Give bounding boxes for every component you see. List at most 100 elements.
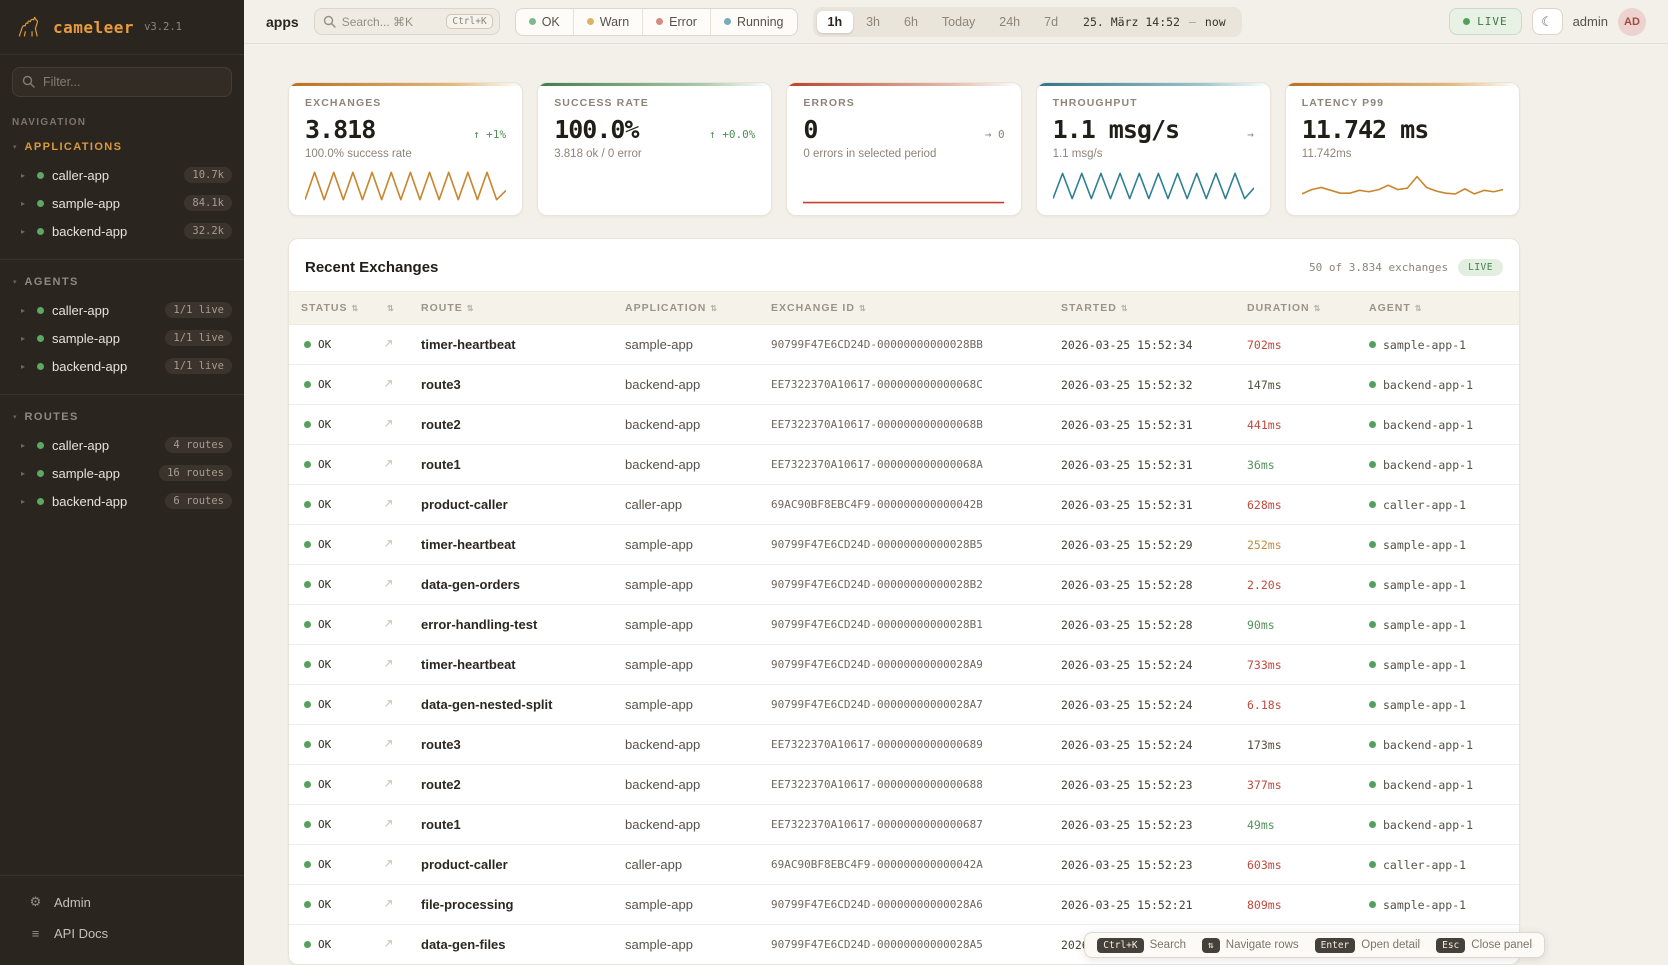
time-range-button[interactable]: 7d (1033, 11, 1069, 33)
sidebar-footer-item[interactable]: ≡ API Docs (0, 918, 244, 949)
table-row[interactable]: OK timer-heartbeat sample-app 90799F47E6… (289, 645, 1519, 685)
footer-item-label: Admin (54, 895, 91, 910)
status-filter[interactable]: Running (710, 9, 797, 35)
sidebar-item[interactable]: ▸ caller-app 10.7k (0, 161, 244, 189)
status-filter[interactable]: OK (516, 9, 573, 35)
open-cell[interactable] (371, 936, 409, 954)
status-filter[interactable]: Error (642, 9, 710, 35)
open-cell[interactable] (371, 856, 409, 874)
table-row[interactable]: OK route2 backend-app EE7322370A10617-00… (289, 765, 1519, 805)
table-row[interactable]: OK route2 backend-app EE7322370A10617-00… (289, 405, 1519, 445)
table-row[interactable]: OK product-caller caller-app 69AC90BF8EB… (289, 845, 1519, 885)
status-label: OK (318, 938, 331, 951)
table-row[interactable]: OK data-gen-nested-split sample-app 9079… (289, 685, 1519, 725)
open-cell[interactable] (371, 776, 409, 794)
open-cell[interactable] (371, 336, 409, 354)
sidebar-item[interactable]: ▸ backend-app 1/1 live (0, 352, 244, 380)
chevron-right-icon: ▸ (21, 362, 29, 371)
time-range-button[interactable]: 6h (893, 11, 929, 33)
table-row[interactable]: OK route1 backend-app EE7322370A10617-00… (289, 805, 1519, 845)
open-cell[interactable] (371, 696, 409, 714)
sidebar-footer-items: ⚙ Admin ≡ API Docs (0, 886, 244, 949)
agent-status-dot (1369, 901, 1376, 908)
column-header[interactable]: STATUS⇅ (289, 302, 371, 314)
avatar[interactable]: AD (1618, 8, 1646, 36)
table-row[interactable]: OK timer-heartbeat sample-app 90799F47E6… (289, 325, 1519, 365)
open-cell[interactable] (371, 616, 409, 634)
table-row[interactable]: OK route3 backend-app EE7322370A10617-00… (289, 725, 1519, 765)
table-row[interactable]: OK file-processing sample-app 90799F47E6… (289, 885, 1519, 925)
keyboard-hints-bar: Ctrl+K Search ⇅ Navigate rows Enter Open… (1084, 932, 1545, 958)
sidebar-footer-item[interactable]: ⚙ Admin (0, 886, 244, 918)
agent-cell: backend-app-1 (1357, 378, 1519, 392)
open-cell[interactable] (371, 416, 409, 434)
route-cell: timer-heartbeat (409, 537, 613, 552)
column-header[interactable]: APPLICATION⇅ (613, 302, 759, 314)
column-header[interactable]: ROUTE⇅ (409, 302, 613, 314)
duration-cell: 6.18s (1235, 698, 1357, 712)
sidebar-item[interactable]: ▸ backend-app 32.2k (0, 217, 244, 245)
open-cell[interactable] (371, 456, 409, 474)
table-row[interactable]: OK data-gen-orders sample-app 90799F47E6… (289, 565, 1519, 605)
time-range-button[interactable]: 1h (817, 11, 854, 33)
table-row[interactable]: OK product-caller caller-app 69AC90BF8EB… (289, 485, 1519, 525)
time-range-group: 1h 3h 6h Today 24h 7d 25. März 14:52 — n… (813, 7, 1242, 37)
agent-status-dot (1369, 501, 1376, 508)
sidebar-item[interactable]: ▸ caller-app 4 routes (0, 431, 244, 459)
column-header[interactable]: DURATION⇅ (1235, 302, 1357, 314)
global-search: Ctrl+K (314, 8, 500, 35)
open-cell[interactable] (371, 896, 409, 914)
sidebar-item[interactable]: ▸ sample-app 84.1k (0, 189, 244, 217)
application-cell: backend-app (613, 457, 759, 472)
agent-cell: sample-app-1 (1357, 618, 1519, 632)
agent-label: backend-app-1 (1383, 738, 1473, 752)
open-cell[interactable] (371, 496, 409, 514)
status-filter-group: OK Warn Error Running (515, 8, 798, 36)
sidebar-section-header[interactable]: ▾ AGENTS (0, 270, 244, 296)
theme-toggle-button[interactable]: ☾ (1532, 8, 1563, 35)
table-row[interactable]: OK route1 backend-app EE7322370A10617-00… (289, 445, 1519, 485)
agent-status-dot (1369, 741, 1376, 748)
open-cell[interactable] (371, 376, 409, 394)
agent-status-dot (1369, 541, 1376, 548)
agent-status-dot (1369, 821, 1376, 828)
open-cell[interactable] (371, 816, 409, 834)
footer-item-label: API Docs (54, 926, 108, 941)
open-cell[interactable] (371, 656, 409, 674)
live-toggle-button[interactable]: LIVE (1449, 8, 1522, 35)
status-filter[interactable]: Warn (573, 9, 642, 35)
app-logo: cameleer v3.2.1 (0, 0, 244, 55)
column-header-label: EXCHANGE ID (771, 302, 855, 314)
chevron-down-icon: ▾ (13, 413, 17, 421)
time-range-button[interactable]: 24h (988, 11, 1031, 33)
time-range-button[interactable]: 3h (855, 11, 891, 33)
column-header[interactable]: AGENT⇅ (1357, 302, 1519, 314)
table-row[interactable]: OK route3 backend-app EE7322370A10617-00… (289, 365, 1519, 405)
filter-input[interactable] (12, 67, 232, 97)
sidebar-item[interactable]: ▸ sample-app 16 routes (0, 459, 244, 487)
sidebar-item[interactable]: ▸ caller-app 1/1 live (0, 296, 244, 324)
sidebar-section-header[interactable]: ▾ APPLICATIONS (0, 135, 244, 161)
open-cell[interactable] (371, 576, 409, 594)
column-header[interactable]: STARTED⇅ (1049, 302, 1235, 314)
application-cell: sample-app (613, 697, 759, 712)
search-input[interactable] (342, 15, 441, 29)
status-label: OK (318, 418, 331, 431)
column-header[interactable]: EXCHANGE ID⇅ (759, 302, 1049, 314)
time-range-button[interactable]: Today (931, 11, 986, 33)
agent-cell: caller-app-1 (1357, 858, 1519, 872)
started-cell: 2026-03-25 15:52:23 (1049, 858, 1235, 872)
column-header[interactable]: ⇅ (371, 302, 409, 314)
sidebar-item[interactable]: ▸ backend-app 6 routes (0, 487, 244, 515)
date-range[interactable]: 25. März 14:52 — now (1071, 15, 1238, 29)
sidebar-item[interactable]: ▸ sample-app 1/1 live (0, 324, 244, 352)
open-cell[interactable] (371, 736, 409, 754)
chevron-right-icon: ▸ (21, 306, 29, 315)
table-row[interactable]: OK error-handling-test sample-app 90799F… (289, 605, 1519, 645)
open-cell[interactable] (371, 536, 409, 554)
stat-card-subtitle: 1.1 msg/s (1053, 148, 1254, 160)
sidebar-section-header[interactable]: ▾ ROUTES (0, 405, 244, 431)
table-row[interactable]: OK timer-heartbeat sample-app 90799F47E6… (289, 525, 1519, 565)
table-rows: OK timer-heartbeat sample-app 90799F47E6… (289, 325, 1519, 965)
sidebar-item-badge: 84.1k (184, 195, 232, 211)
